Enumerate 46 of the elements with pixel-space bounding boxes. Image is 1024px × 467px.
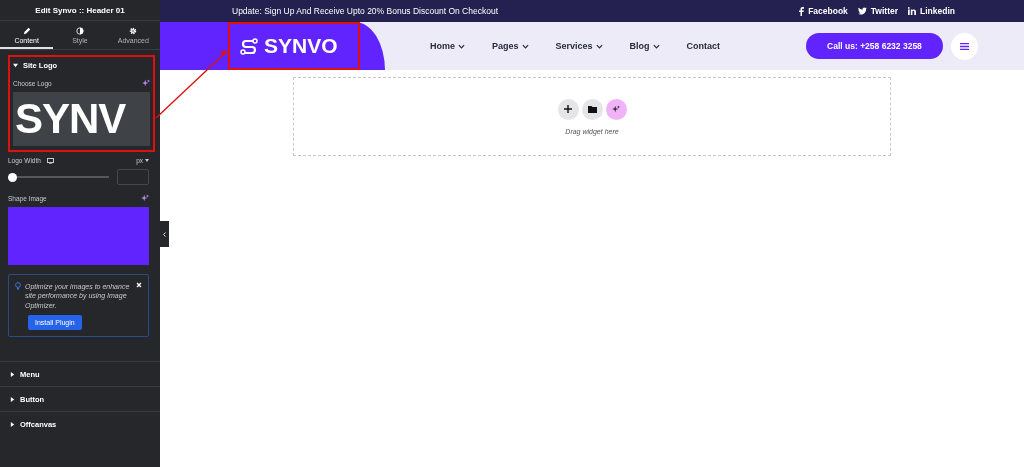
announcement-text: Update: Sign Up And Receive Upto 20% Bonus Discount On Checkout (232, 6, 498, 16)
width-input[interactable] (117, 169, 149, 185)
nav-link[interactable]: Pages (492, 41, 529, 51)
menu-icon (959, 42, 969, 50)
pencil-icon (22, 27, 31, 35)
caret-icon (13, 63, 18, 68)
desktop-icon (46, 157, 54, 164)
logo-preview-text: SYNV (15, 95, 126, 143)
slider-thumb[interactable] (8, 172, 17, 182)
caret-icon (10, 421, 15, 427)
sparkle-icon (141, 194, 149, 202)
template-button[interactable] (581, 98, 603, 120)
ai-button[interactable] (605, 98, 627, 120)
call-button[interactable]: Call us: +258 6232 3258 (806, 33, 943, 59)
nav-link[interactable]: Contact (686, 41, 721, 51)
folder-icon (587, 105, 597, 113)
caret-icon (10, 371, 15, 377)
logo-text: SYNVO (264, 34, 338, 58)
caret-icon (10, 396, 15, 402)
logo-icon (240, 37, 258, 55)
chevron-down-icon (521, 43, 529, 49)
chevron-left-icon (163, 231, 166, 237)
nav-link[interactable]: Blog (629, 41, 660, 51)
collapse-toggle[interactable] (160, 221, 169, 247)
social-link[interactable]: Facebook (799, 6, 848, 16)
social-link[interactable]: Linkedin (908, 6, 955, 16)
gear-icon (129, 27, 138, 35)
linkedin-icon (908, 7, 917, 15)
menu-button[interactable] (950, 32, 978, 60)
chevron-down-icon (595, 43, 603, 49)
nav-link[interactable]: Services (555, 41, 603, 51)
add-button[interactable] (557, 98, 579, 120)
sparkle-icon (142, 79, 150, 87)
caret-icon (145, 159, 149, 162)
social-link[interactable]: Twitter (857, 6, 899, 16)
facebook-icon (799, 6, 805, 16)
chevron-down-icon (458, 43, 465, 49)
plus-icon (564, 105, 572, 113)
sparkle-icon (612, 105, 620, 113)
chevron-down-icon (652, 43, 660, 49)
logo-preview[interactable]: SYNV (13, 92, 150, 146)
lightbulb-icon (15, 282, 21, 290)
bird-icon (857, 7, 867, 15)
contrast-icon (76, 27, 84, 35)
nav-link[interactable]: Home (430, 41, 465, 51)
close-icon[interactable] (136, 282, 142, 288)
